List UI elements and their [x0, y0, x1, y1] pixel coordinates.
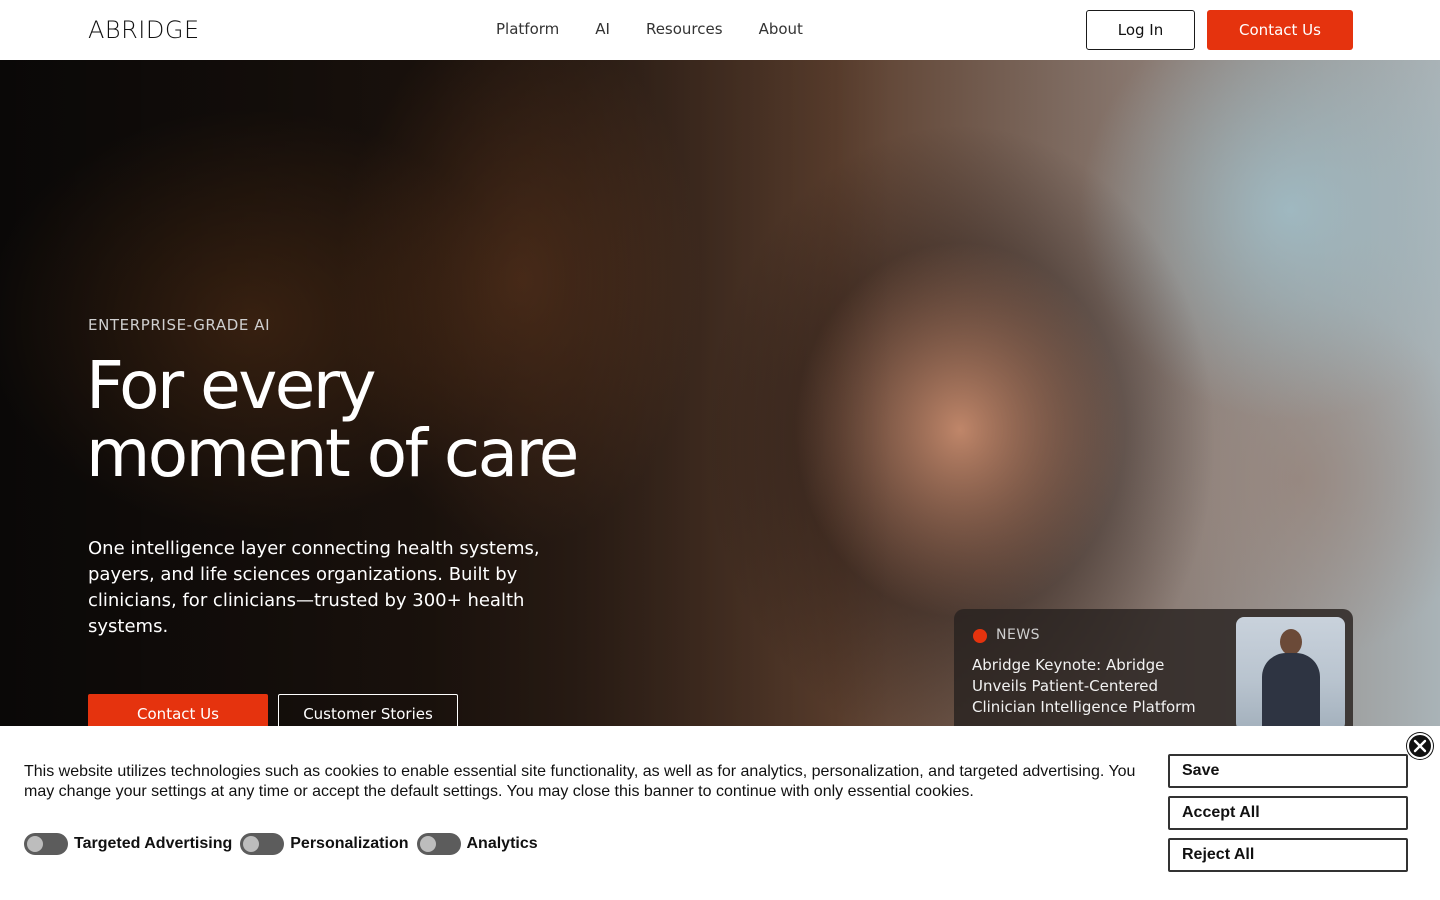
hero-headline-line1: For every — [86, 347, 377, 424]
close-icon[interactable] — [1407, 733, 1433, 759]
targeted-advertising-toggle[interactable] — [24, 833, 68, 855]
hero-headline-line2: moment of care — [86, 415, 579, 492]
cookie-toggles: Targeted Advertising Personalization Ana… — [24, 833, 538, 855]
news-dot-icon — [973, 629, 987, 643]
hero-eyebrow: ENTERPRISE-GRADE AI — [88, 316, 271, 334]
analytics-label: Analytics — [466, 835, 538, 852]
hero-contact-button[interactable]: Contact Us — [88, 694, 268, 726]
top-nav: ABRIDGE Platform AI Resources About Log … — [0, 0, 1440, 60]
close-x-glyph — [1413, 739, 1427, 753]
analytics-toggle[interactable] — [416, 833, 461, 855]
targeted-advertising-label: Targeted Advertising — [74, 835, 233, 852]
accept-all-button[interactable]: Accept All — [1168, 796, 1408, 830]
reject-all-button[interactable]: Reject All — [1168, 838, 1408, 872]
toggle-group-personalization: Personalization — [240, 833, 409, 855]
hero-description: One intelligence layer connecting health… — [88, 538, 540, 637]
cookie-message: This website utilizes technologies such … — [24, 763, 1136, 800]
personalization-label: Personalization — [290, 835, 409, 852]
speaker-head — [1280, 629, 1302, 655]
login-button[interactable]: Log In — [1086, 10, 1195, 50]
nav-link-platform[interactable]: Platform — [496, 20, 559, 38]
nav-link-ai[interactable]: AI — [595, 20, 610, 38]
customer-stories-button[interactable]: Customer Stories — [278, 694, 458, 726]
speaker-body — [1262, 653, 1320, 726]
nav-link-about[interactable]: About — [759, 20, 803, 38]
news-card[interactable]: NEWS Abridge Keynote: Abridge Unveils Pa… — [954, 609, 1353, 726]
personalization-toggle[interactable] — [240, 833, 285, 855]
hero-section: ENTERPRISE-GRADE AI For every moment of … — [0, 60, 1440, 726]
abridge-logo[interactable]: ABRIDGE — [88, 16, 200, 44]
news-thumbnail[interactable] — [1236, 617, 1345, 726]
toggle-knob — [419, 836, 436, 852]
nav-links: Platform AI Resources About — [496, 20, 803, 38]
news-label: NEWS — [996, 627, 1041, 643]
cookie-banner: This website utilizes technologies such … — [0, 726, 1440, 900]
toggle-group-analytics: Analytics — [416, 833, 538, 855]
toggle-group-targeted-advertising: Targeted Advertising — [24, 833, 232, 855]
toggle-knob — [243, 836, 260, 852]
hero-headline: For every moment of care — [86, 352, 646, 488]
save-button[interactable]: Save — [1168, 754, 1408, 788]
nav-link-resources[interactable]: Resources — [646, 20, 723, 38]
news-title[interactable]: Abridge Keynote: Abridge Unveils Patient… — [972, 655, 1222, 718]
nav-contact-button[interactable]: Contact Us — [1207, 10, 1353, 50]
toggle-knob — [27, 836, 43, 852]
